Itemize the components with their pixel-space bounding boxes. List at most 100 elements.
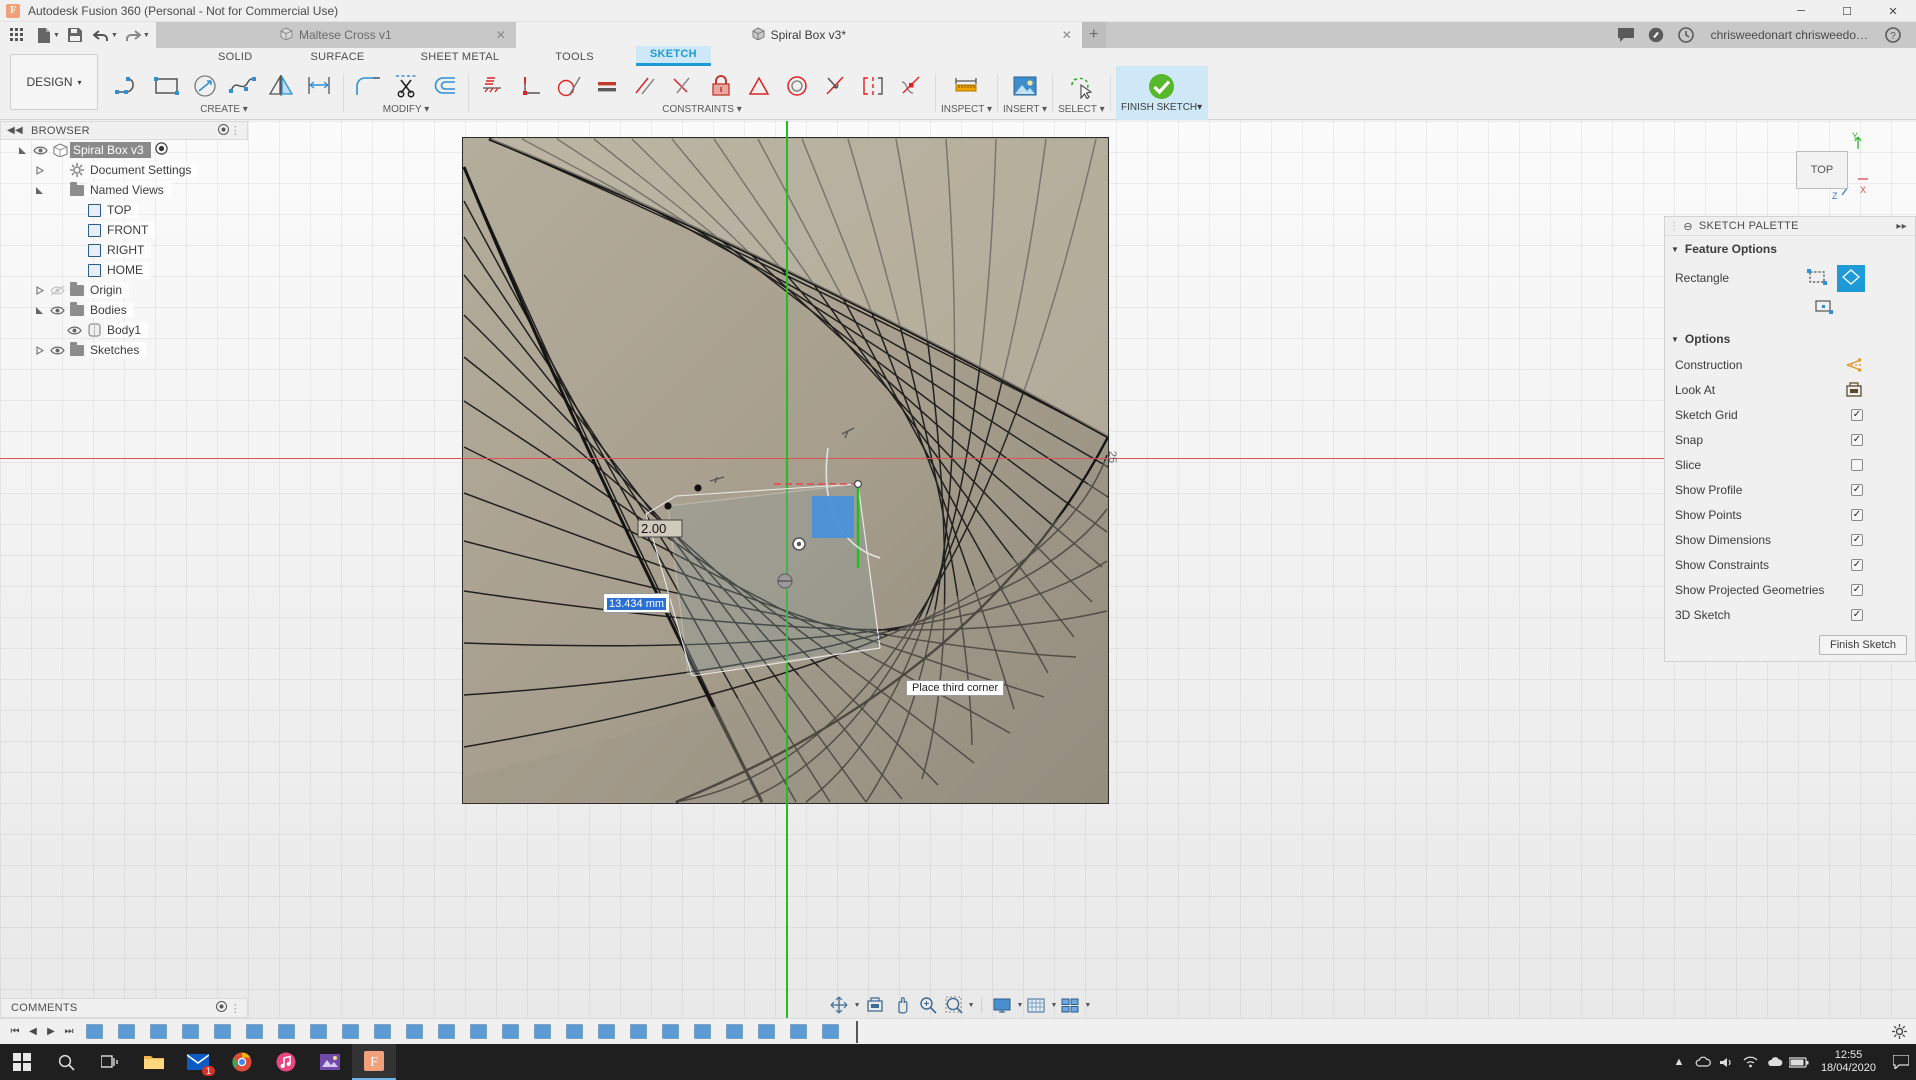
symmetry-constraint-icon[interactable] xyxy=(854,67,892,105)
twisty-expanded-icon[interactable] xyxy=(14,146,30,155)
timeline-settings-icon[interactable] xyxy=(1888,1022,1910,1042)
dimension-input-value[interactable]: 13.434 mm xyxy=(607,598,666,610)
option-row-snap[interactable]: Snap✓ xyxy=(1665,427,1915,452)
battery-icon[interactable] xyxy=(1787,1044,1811,1080)
timeline-feature[interactable] xyxy=(86,1024,103,1039)
tab-sketch[interactable]: SKETCH xyxy=(636,46,711,66)
measure-tool-icon[interactable] xyxy=(947,67,985,105)
option-row-show-points[interactable]: Show Points✓ xyxy=(1665,502,1915,527)
timeline-track[interactable] xyxy=(86,1022,1880,1042)
zoom-window-icon[interactable] xyxy=(941,994,967,1016)
option-checkbox[interactable] xyxy=(1851,459,1863,471)
twisty-collapsed-icon[interactable] xyxy=(31,166,47,175)
viewports-icon[interactable] xyxy=(1057,994,1083,1016)
timeline-feature[interactable] xyxy=(182,1024,199,1039)
zoom-icon[interactable] xyxy=(915,994,941,1016)
fix-unfix-lock-icon[interactable] xyxy=(702,67,740,105)
chevron-up-icon[interactable]: ▲ xyxy=(1667,1044,1691,1080)
timeline-feature[interactable] xyxy=(342,1024,359,1039)
browser-node-front[interactable]: FRONT xyxy=(0,220,248,240)
twisty-expanded-icon[interactable] xyxy=(31,186,47,195)
modify-panel-label[interactable]: MODIFY ▾ xyxy=(383,104,430,115)
undo-caret[interactable]: ▼ xyxy=(111,32,118,39)
browser-node-right[interactable]: RIGHT xyxy=(0,240,248,260)
mirror-tool-icon[interactable] xyxy=(262,67,300,105)
timeline-feature[interactable] xyxy=(534,1024,551,1039)
option-checkbox[interactable]: ✓ xyxy=(1851,584,1863,596)
timeline-feature[interactable] xyxy=(758,1024,775,1039)
timeline-feature[interactable] xyxy=(438,1024,455,1039)
view-cube[interactable]: Y X Z TOP xyxy=(1774,129,1870,207)
new-tab-button[interactable]: + xyxy=(1082,22,1106,48)
wifi-icon[interactable] xyxy=(1739,1044,1763,1080)
twisty-collapsed-icon[interactable] xyxy=(31,346,47,355)
notification-icon[interactable] xyxy=(1886,1044,1916,1080)
option-checkbox[interactable]: ✓ xyxy=(1851,534,1863,546)
timeline-go-end[interactable]: ⏭ xyxy=(60,1022,78,1042)
coincident-constraint-icon[interactable] xyxy=(664,67,702,105)
constraints-panel-label[interactable]: CONSTRAINTS ▾ xyxy=(662,104,741,115)
comments-icon[interactable] xyxy=(1611,22,1641,48)
timeline-feature[interactable] xyxy=(406,1024,423,1039)
browser-node-document-settings[interactable]: Document Settings xyxy=(0,160,248,180)
midpoint-constraint-icon[interactable] xyxy=(740,67,778,105)
browser-node-sketches[interactable]: Sketches xyxy=(0,340,248,360)
display-settings-caret[interactable]: ▼ xyxy=(1017,1002,1024,1009)
timeline-feature[interactable] xyxy=(118,1024,135,1039)
redo-caret[interactable]: ▼ xyxy=(143,32,150,39)
maximize-button[interactable]: ☐ xyxy=(1824,0,1870,22)
select-panel-label[interactable]: SELECT ▾ xyxy=(1058,104,1105,115)
document-tab-maltese-cross[interactable]: Maltese Cross v1 ✕ xyxy=(156,22,516,48)
3-point-rectangle-icon[interactable] xyxy=(1837,265,1865,292)
browser-node-bodies[interactable]: Bodies xyxy=(0,300,248,320)
tab-tools[interactable]: TOOLS xyxy=(541,49,608,66)
timeline-feature[interactable] xyxy=(630,1024,647,1039)
orbit-caret[interactable]: ▼ xyxy=(854,1002,861,1009)
apps-grid-icon[interactable] xyxy=(4,24,30,46)
curvature-constraint-icon[interactable] xyxy=(892,67,930,105)
pan-icon[interactable] xyxy=(889,994,915,1016)
palette-minimize-icon[interactable]: ⊖ xyxy=(1683,220,1693,233)
option-checkbox[interactable]: ✓ xyxy=(1851,509,1863,521)
timeline-feature[interactable] xyxy=(726,1024,743,1039)
timeline-marker[interactable] xyxy=(856,1021,858,1043)
sketch-geometry[interactable]: 2.00 xyxy=(580,336,1000,676)
timeline-feature[interactable] xyxy=(662,1024,679,1039)
options-header[interactable]: ▼ Options xyxy=(1665,326,1915,352)
file-explorer-icon[interactable] xyxy=(132,1044,176,1080)
insert-panel-label[interactable]: INSERT ▾ xyxy=(1003,104,1047,115)
browser-collapse-icon[interactable]: ◀◀ xyxy=(7,125,23,136)
option-row-show-projected-geometries[interactable]: Show Projected Geometries✓ xyxy=(1665,577,1915,602)
option-row-slice[interactable]: Slice xyxy=(1665,452,1915,477)
feature-options-header[interactable]: ▼ Feature Options xyxy=(1665,236,1915,262)
finish-sketch-button[interactable]: FINISH SKETCH▾ xyxy=(1116,66,1208,120)
dimension-input-box[interactable]: 13.434 mm xyxy=(603,593,670,613)
rectangle-tool-icon[interactable] xyxy=(148,67,186,105)
option-checkbox[interactable]: ✓ xyxy=(1851,609,1863,621)
option-row-construction[interactable]: Construction xyxy=(1665,352,1915,377)
timeline-play[interactable]: ▶ xyxy=(42,1022,60,1042)
3d-canvas[interactable]: 2.00 13.434 mm Place third corner 25 Y X… xyxy=(0,121,1916,1018)
chrome-icon[interactable] xyxy=(220,1044,264,1080)
option-row-3d-sketch[interactable]: 3D Sketch✓ xyxy=(1665,602,1915,627)
eye-visible-icon[interactable] xyxy=(47,305,67,316)
timeline-feature[interactable] xyxy=(246,1024,263,1039)
volume-icon[interactable] xyxy=(1715,1044,1739,1080)
close-button[interactable]: ✕ xyxy=(1870,0,1916,22)
timeline-feature[interactable] xyxy=(310,1024,327,1039)
timeline-feature[interactable] xyxy=(214,1024,231,1039)
eye-visible-icon[interactable] xyxy=(64,325,84,336)
timeline-step-back[interactable]: ◀ xyxy=(24,1022,42,1042)
timeline-feature[interactable] xyxy=(790,1024,807,1039)
eye-hidden-icon[interactable] xyxy=(47,285,67,296)
palette-grip-icon[interactable]: ⋮ xyxy=(1669,221,1679,232)
fusion360-icon[interactable]: F xyxy=(352,1044,396,1080)
browser-options-icon[interactable] xyxy=(218,124,229,138)
view-cube-face-top[interactable]: TOP xyxy=(1796,151,1848,189)
create-panel-label[interactable]: CREATE ▾ xyxy=(200,104,248,115)
browser-node-origin[interactable]: Origin xyxy=(0,280,248,300)
option-checkbox[interactable]: ✓ xyxy=(1851,484,1863,496)
eye-visible-icon[interactable] xyxy=(30,145,50,156)
task-view-icon[interactable] xyxy=(88,1044,132,1080)
viewports-caret[interactable]: ▼ xyxy=(1084,1002,1091,1009)
